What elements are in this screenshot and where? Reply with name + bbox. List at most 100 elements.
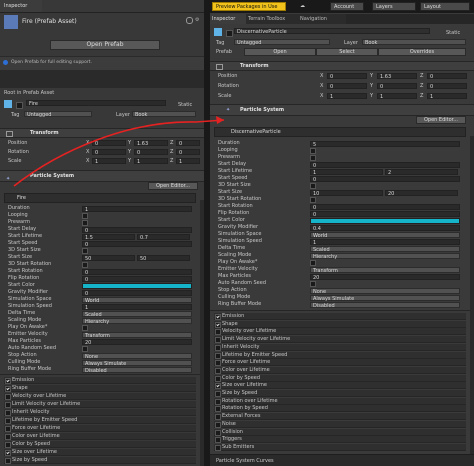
ps-name-bar[interactable]: Fire: [4, 193, 196, 203]
module-row[interactable]: Lifetime by Emitter Speed: [4, 417, 196, 424]
module-checkbox[interactable]: [5, 418, 11, 424]
module-checkbox[interactable]: [5, 426, 11, 432]
prefab-open-button[interactable]: Open: [244, 48, 316, 56]
module-checkbox[interactable]: [215, 398, 221, 405]
module-row[interactable]: Shape: [4, 385, 196, 392]
active-checkbox[interactable]: [16, 102, 23, 109]
particle-system-header[interactable]: ✦ Particle System: [0, 170, 204, 182]
open-editor-button[interactable]: Open Editor...: [148, 182, 198, 190]
cloud-icon[interactable]: ☁: [300, 3, 305, 9]
scale-y[interactable]: 1: [134, 158, 168, 165]
position-y[interactable]: 1.63: [377, 73, 417, 80]
module-row[interactable]: Size by Speed: [214, 390, 466, 397]
account-dropdown[interactable]: Account: [330, 2, 364, 11]
module-row[interactable]: Force over Lifetime: [214, 359, 466, 367]
module-row[interactable]: External Forces: [214, 413, 466, 421]
module-checkbox[interactable]: [215, 437, 221, 444]
module-checkbox[interactable]: [215, 375, 221, 382]
module-checkbox[interactable]: [215, 367, 221, 374]
settings-icon[interactable]: ⚙: [195, 17, 200, 23]
module-checkbox[interactable]: [215, 329, 221, 336]
module-row[interactable]: Shape: [214, 320, 466, 328]
position-y[interactable]: 1.63: [134, 140, 168, 147]
object-name-field[interactable]: DiscernativeParticle: [234, 28, 430, 35]
module-row[interactable]: Size by Speed: [4, 457, 196, 464]
position-z[interactable]: 0: [176, 140, 200, 147]
module-checkbox[interactable]: [215, 444, 221, 451]
module-checkbox[interactable]: [215, 414, 221, 421]
tag-dropdown[interactable]: Untagged: [234, 39, 330, 46]
module-row[interactable]: Color over Lifetime: [214, 366, 466, 374]
module-row[interactable]: Lifetime by Emitter Speed: [214, 351, 466, 359]
layer-dropdown[interactable]: Book: [362, 39, 466, 46]
scale-x[interactable]: 1: [92, 158, 126, 165]
layout-dropdown[interactable]: Layout: [420, 2, 470, 11]
position-z[interactable]: 0: [427, 73, 467, 80]
module-checkbox[interactable]: [5, 410, 11, 416]
rotation-y[interactable]: 0: [134, 149, 168, 156]
module-row[interactable]: Sub Emitters: [214, 443, 466, 451]
rotation-x[interactable]: 0: [327, 83, 367, 90]
module-checkbox[interactable]: [215, 360, 221, 367]
tab-inspector[interactable]: Inspector: [210, 14, 248, 24]
module-row[interactable]: Inherit Velocity: [214, 343, 466, 351]
scale-z[interactable]: 1: [427, 93, 467, 100]
rotation-z[interactable]: 0: [427, 83, 467, 90]
prefab-select-button[interactable]: Select: [316, 48, 378, 56]
module-row[interactable]: Velocity over Lifetime: [214, 328, 466, 336]
module-checkbox[interactable]: [215, 337, 221, 344]
module-checkbox[interactable]: [215, 421, 221, 428]
module-row[interactable]: Rotation over Lifetime: [214, 397, 466, 405]
scale-z[interactable]: 1: [176, 158, 200, 165]
module-row[interactable]: Noise: [214, 420, 466, 428]
module-checkbox[interactable]: [5, 386, 11, 392]
module-row[interactable]: Force over Lifetime: [4, 425, 196, 432]
module-row[interactable]: Limit Velocity over Lifetime: [214, 336, 466, 344]
module-checkbox[interactable]: [5, 402, 11, 408]
transform-header[interactable]: Transform: [0, 128, 204, 138]
module-row[interactable]: Rotation by Speed: [214, 405, 466, 413]
tab-navigation[interactable]: Navigation: [298, 14, 346, 24]
module-row[interactable]: Size over Lifetime: [4, 449, 196, 456]
scale-x[interactable]: 1: [327, 93, 367, 100]
scale-y[interactable]: 1: [377, 93, 417, 100]
tag-dropdown[interactable]: Untagged: [24, 111, 92, 118]
rotation-x[interactable]: 0: [92, 149, 126, 156]
active-checkbox[interactable]: [226, 30, 233, 37]
module-checkbox[interactable]: [5, 434, 11, 440]
module-checkbox[interactable]: [215, 391, 221, 397]
module-checkbox[interactable]: [215, 344, 221, 351]
transform-header[interactable]: Transform: [210, 61, 474, 71]
module-row[interactable]: Emission: [4, 377, 196, 384]
module-checkbox[interactable]: [215, 383, 221, 390]
module-checkbox[interactable]: [5, 394, 11, 400]
rotation-z[interactable]: 0: [176, 149, 200, 156]
module-checkbox[interactable]: [215, 321, 221, 328]
particle-system-header[interactable]: ✦ Particle System: [210, 104, 474, 116]
module-checkbox[interactable]: [215, 429, 221, 436]
module-row[interactable]: Inherit Velocity: [4, 409, 196, 416]
position-x[interactable]: 0: [92, 140, 126, 147]
module-checkbox[interactable]: [5, 458, 11, 464]
layer-dropdown[interactable]: Book: [132, 111, 196, 118]
module-checkbox[interactable]: [5, 450, 11, 456]
module-row[interactable]: Emission: [214, 313, 466, 320]
help-icon[interactable]: [186, 17, 193, 24]
preview-packages-button[interactable]: Preview Packages in Use: [212, 2, 286, 11]
module-checkbox[interactable]: [5, 442, 11, 448]
tab-inspector[interactable]: Inspector: [0, 0, 42, 12]
tab-terrain-toolbox[interactable]: Terrain Toolbox: [246, 14, 300, 24]
property-dropdown[interactable]: Disabled: [82, 367, 192, 373]
module-row[interactable]: Triggers: [214, 436, 466, 444]
module-row[interactable]: Color over Lifetime: [4, 433, 196, 440]
module-row[interactable]: Collision: [214, 428, 466, 436]
module-checkbox[interactable]: [215, 406, 221, 413]
layers-dropdown[interactable]: Layers: [372, 2, 416, 11]
prefab-overrides-button[interactable]: Overrides: [378, 48, 466, 56]
ps-name-bar[interactable]: DiscernativeParticle: [214, 127, 466, 137]
open-editor-button[interactable]: Open Editor...: [416, 116, 466, 124]
object-name-field[interactable]: Fire: [26, 100, 166, 107]
open-prefab-button[interactable]: Open Prefab: [50, 40, 160, 50]
module-row[interactable]: Velocity over Lifetime: [4, 393, 196, 400]
module-checkbox[interactable]: [5, 378, 11, 384]
